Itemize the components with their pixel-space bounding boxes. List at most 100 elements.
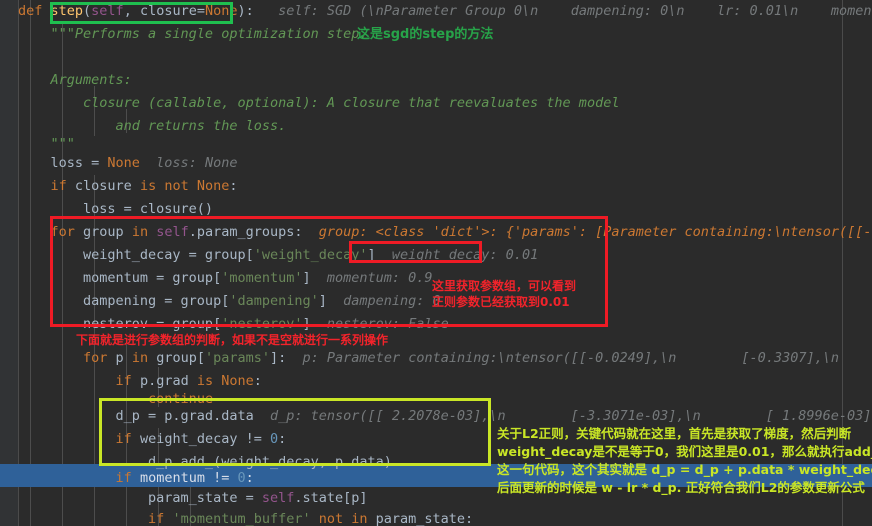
code-token: weight_decay = group[	[18, 247, 254, 263]
note-param-group-check: 下面就是进行参数组的判断，如果不是空就进行一系列操作	[76, 332, 388, 348]
code-token: if	[115, 431, 140, 447]
code-token: d_p = p.grad.data	[18, 408, 254, 424]
code-token: closure (callable, optional): A closure …	[18, 95, 620, 111]
code-token: p	[115, 350, 132, 366]
code-token: loss = closure()	[18, 201, 214, 217]
annotation-line: 这是sgd的step的方法	[357, 27, 494, 42]
code-line[interactable]: if 'momentum_buffer' not in param_state:	[18, 508, 473, 526]
code-line[interactable]: momentum = group['momentum'] momentum: 0…	[18, 267, 433, 290]
code-token: (	[83, 3, 92, 19]
code-token: def	[18, 3, 51, 19]
code-token: momentum !=	[139, 470, 238, 486]
code-token: closure	[74, 178, 140, 194]
code-token: ]	[302, 270, 311, 286]
code-token: :	[253, 373, 262, 389]
code-line[interactable]: if closure is not None:	[18, 175, 238, 198]
annotation-line: 这里获取参数组，可以看到	[432, 279, 577, 293]
code-token: not in	[318, 511, 376, 526]
code-token: 'weight_decay'	[253, 247, 368, 263]
code-token: .param_groups:	[188, 224, 303, 240]
code-token: and returns the loss.	[18, 118, 287, 134]
code-line[interactable]: closure (callable, optional): A closure …	[18, 92, 619, 115]
code-token: is None	[196, 373, 254, 389]
code-line[interactable]: for p in group['params']: p: Parameter c…	[18, 347, 872, 370]
code-token: for	[83, 350, 116, 366]
code-token: nesterov: False	[310, 316, 449, 332]
code-line[interactable]: weight_decay = group['weight_decay'] wei…	[18, 244, 538, 267]
code-token: ]	[302, 316, 311, 332]
code-token: weight_decay !=	[139, 431, 270, 447]
code-token: """	[18, 136, 75, 152]
code-line[interactable]: param_state = self.state[p]	[18, 487, 368, 510]
note-l2-regularization: 关于L2正则，关键代码就在这里，首先是获取了梯度，然后判断 weight_deca…	[497, 425, 872, 497]
code-token: , closure=	[123, 3, 205, 19]
code-token: ]	[318, 293, 327, 309]
code-token: weight_decay: 0.01	[375, 247, 539, 263]
code-token: 0	[269, 431, 279, 447]
code-token: ]:	[270, 350, 287, 366]
code-token: self	[91, 3, 124, 19]
annotation-line: weight_decay是不是等于0，我们这里是0.01，那么就执行add_	[497, 444, 872, 459]
code-line[interactable]: loss = None loss: None	[18, 152, 238, 175]
code-token: 'nesterov'	[221, 316, 303, 332]
code-token: group	[83, 224, 132, 240]
code-token: loss =	[18, 155, 108, 171]
code-line[interactable]: def step(self, closure=None): self: SGD …	[18, 0, 872, 23]
note-sgd-step-method: 这是sgd的step的方法	[357, 23, 493, 42]
code-token: if	[115, 470, 140, 486]
code-token: dampening: 0	[326, 293, 441, 309]
annotation-line: 下面就是进行参数组的判断，如果不是空就进行一系列操作	[76, 333, 389, 347]
code-token: .state[p]	[294, 490, 368, 506]
code-token: momentum = group[	[18, 270, 222, 286]
code-token: if	[115, 373, 140, 389]
code-token: in	[131, 350, 157, 366]
code-token: step	[50, 3, 84, 19]
code-token: 'params'	[204, 350, 271, 366]
annotation-line: 这一句代码，这个其实就是 d_p = d_p + p.data * weight…	[497, 462, 872, 477]
code-line[interactable]: for group in self.param_groups: group: <…	[18, 221, 872, 244]
code-token: ]	[367, 247, 376, 263]
code-editor[interactable]: def step(self, closure=None): self: SGD …	[0, 0, 872, 526]
code-line[interactable]: """Performs a single optimization step.	[18, 23, 368, 46]
code-token: loss: None	[139, 155, 238, 171]
code-token: d_p: tensor([[ 2.2078e-03],\n [-3.3071e-…	[269, 408, 872, 424]
code-token: None	[204, 3, 238, 19]
code-token: 'momentum_buffer'	[172, 511, 319, 526]
code-line[interactable]: Arguments:	[18, 69, 132, 92]
code-token: is not None	[139, 178, 230, 194]
annotation-line: 正则参数已经获取到0.01	[432, 295, 570, 309]
code-token: """Performs a single optimization step.	[18, 26, 368, 42]
code-token: param_state =	[18, 490, 262, 506]
code-token: :	[278, 431, 287, 447]
code-line[interactable]: dampening = group['dampening'] dampening…	[18, 290, 441, 313]
code-token: nesterov = group[	[18, 316, 222, 332]
code-token: None	[107, 155, 140, 171]
code-token: dampening = group[	[18, 293, 230, 309]
code-token: in	[131, 224, 157, 240]
code-token: 'dampening'	[229, 293, 319, 309]
code-token: if	[148, 511, 173, 526]
code-token: :	[245, 470, 254, 486]
code-token: p.grad	[139, 373, 197, 389]
annotation-line: 后面更新的时候是 w - lr * d_p. 正好符合我们L2的参数更新公式	[497, 480, 865, 495]
code-token: p: Parameter containing:\ntensor([[-0.02…	[302, 350, 839, 366]
code-token: momentum: 0.9	[310, 270, 433, 286]
annotation-line: 关于L2正则，关键代码就在这里，首先是获取了梯度，然后判断	[497, 426, 852, 441]
code-token: group[	[156, 350, 205, 366]
code-token: :	[229, 178, 238, 194]
code-token: self	[156, 224, 189, 240]
code-line[interactable]: if weight_decay != 0:	[18, 428, 287, 451]
code-token: ):	[237, 3, 254, 19]
code-token: self: SGD (\nParameter Group 0\n dampeni…	[278, 3, 872, 19]
code-line[interactable]: loss = closure()	[18, 198, 213, 221]
code-token: 0	[237, 470, 246, 486]
code-token: group: <class 'dict'>: {'params': [Param…	[318, 224, 872, 240]
code-token: for	[50, 224, 84, 240]
code-token: if	[50, 178, 75, 194]
